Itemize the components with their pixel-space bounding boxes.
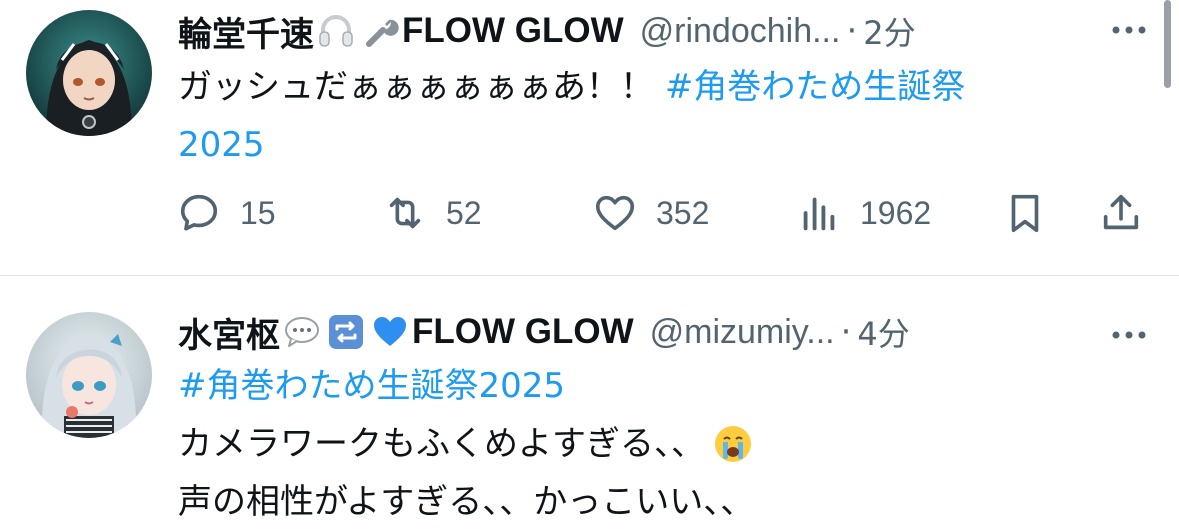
tweet-line: カメラワークもふくめよすぎる、、 [178,415,1119,473]
headphones-emoji [316,11,356,51]
tweet-header: 水宮枢 FLOW GLOW @mizumiy... · 4分 [178,307,1139,357]
display-name[interactable]: 輪堂千速 FLOW GLOW [178,7,624,56]
wrench-emoji [360,11,400,51]
repost-button[interactable]: 52 [382,186,482,240]
timestamp[interactable]: 4分 [857,309,909,355]
tweet-line: 声の相性がよすぎる、、かっこいい、、 [178,482,755,522]
like-button[interactable]: 352 [592,186,709,240]
repeat-emoji [326,312,366,352]
timestamp[interactable]: 2分 [863,8,915,54]
view-count: 1962 [860,194,932,231]
tweet-text: ガッシュだぁぁぁぁぁぁあ！！ #角巻わため生誕祭 2025 [178,67,966,165]
brand-text: FLOW GLOW [402,11,624,50]
tweet-header: 輪堂千速 FLOW GLOW @rindochih... · 2分 [178,6,1139,56]
bookmark-icon [1011,194,1039,233]
reply-icon [180,194,218,231]
more-options-icon[interactable] [1109,315,1149,355]
share-button[interactable] [1098,186,1144,240]
tweet[interactable]: 水宮枢 FLOW GLOW @mizumiy... · 4分 #角巻わため生誕祭… [0,277,1179,530]
repost-icon [389,197,421,229]
separator-dot: · [846,11,858,51]
tweet-actions: 15 52 352 1962 [176,186,1149,240]
like-count: 352 [656,194,710,231]
separator-dot: · [840,312,852,352]
share-icon [1103,194,1139,230]
bookmark-button[interactable] [1002,186,1048,240]
user-handle[interactable]: @rindochih... [640,12,841,51]
scrollbar[interactable] [1164,0,1171,88]
avatar[interactable] [26,10,152,136]
brand-text: FLOW GLOW [412,312,634,351]
repost-count: 52 [446,194,482,231]
hashtag-link[interactable]: #角巻わため生誕祭2025 [178,357,1119,415]
analytics-icon [803,197,835,231]
display-name[interactable]: 水宮枢 FLOW GLOW [178,308,634,357]
reply-count: 15 [240,194,276,231]
more-options-icon[interactable] [1109,10,1149,50]
views-button[interactable]: 1962 [796,186,931,240]
tweet-text: #角巻わため生誕祭2025 カメラワークもふくめよすぎる、、 声の相性がよすぎる… [178,357,1119,530]
user-handle[interactable]: @mizumiy... [650,313,835,352]
crying-face-emoji [713,424,753,464]
reply-button[interactable]: 15 [176,186,276,240]
tweet[interactable]: 輪堂千速 FLOW GLOW @rindochih... · 2分 ガッシュだぁ… [0,0,1179,276]
speech-bubble-emoji [282,312,322,352]
blue-heart-emoji [370,312,410,352]
avatar[interactable] [26,312,152,438]
heart-icon [595,195,635,231]
